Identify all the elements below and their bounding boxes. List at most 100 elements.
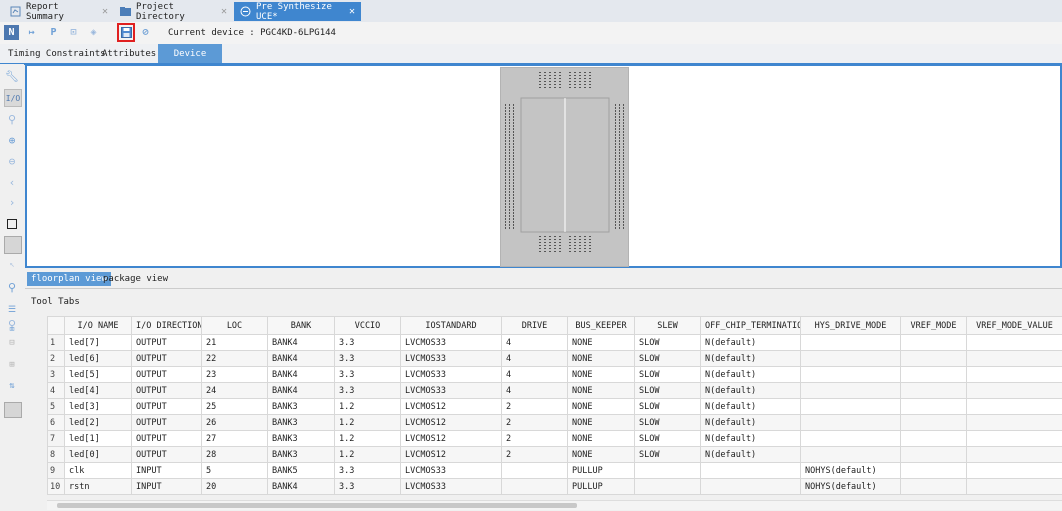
table-cell[interactable]: 1.2 [334, 414, 401, 431]
table-cell[interactable]: led[4] [64, 382, 132, 399]
tab-package-view[interactable]: package view [99, 272, 172, 286]
table-cell[interactable] [966, 478, 1062, 495]
table-cell[interactable]: 2 [501, 414, 568, 431]
zoom-in-icon[interactable]: ⊕ [4, 132, 20, 148]
table-cell[interactable] [700, 462, 801, 479]
column-header[interactable]: VREF_MODE_VALUE [966, 316, 1062, 335]
close-icon[interactable]: ✕ [102, 6, 108, 17]
table-cell[interactable] [501, 462, 568, 479]
table-cell[interactable]: NONE [567, 414, 635, 431]
wrench-icon[interactable]: 🔧︎ [4, 68, 20, 84]
pin-icon[interactable]: ↦ [24, 25, 39, 40]
table-cell[interactable]: SLOW [634, 366, 701, 383]
device-floorplan-canvas[interactable] [25, 64, 1062, 268]
table-cell[interactable]: NONE [567, 366, 635, 383]
table-cell[interactable] [800, 446, 901, 463]
table-cell[interactable]: BANK3 [267, 430, 335, 447]
table-cell[interactable]: 3.3 [334, 366, 401, 383]
table-cell[interactable]: PULLUP [567, 462, 635, 479]
next-icon[interactable]: › [4, 194, 20, 210]
table-cell[interactable] [966, 366, 1062, 383]
table-cell[interactable]: led[0] [64, 446, 132, 463]
table-cell[interactable] [800, 334, 901, 351]
table-cell[interactable]: led[3] [64, 398, 132, 415]
column-header[interactable]: SLEW [634, 316, 701, 335]
table-cell[interactable] [634, 462, 701, 479]
table-cell[interactable] [966, 382, 1062, 399]
table-cell[interactable]: LVCMOS12 [400, 414, 502, 431]
table-cell[interactable] [966, 414, 1062, 431]
table-cell[interactable]: 25 [201, 398, 268, 415]
table-cell[interactable]: OUTPUT [131, 366, 202, 383]
expand-icon[interactable]: ⊞ [4, 360, 20, 374]
table-row[interactable]: 7 led[1] OUTPUT 27 BANK3 1.2 LVCMOS12 2 NONE SLOW… [47, 430, 1062, 447]
table-cell[interactable]: SLOW [634, 350, 701, 367]
table-cell[interactable]: N(default) [700, 366, 801, 383]
table-cell[interactable]: 3.3 [334, 334, 401, 351]
chip-icon[interactable]: ◈ [86, 25, 101, 40]
table-cell[interactable]: SLOW [634, 334, 701, 351]
table-cell[interactable]: 2 [501, 398, 568, 415]
table-cell[interactable]: NONE [567, 350, 635, 367]
save-button[interactable] [117, 23, 135, 42]
horizontal-scrollbar[interactable] [47, 500, 1062, 510]
table-cell[interactable]: LVCMOS33 [400, 462, 502, 479]
grid-icon[interactable] [4, 236, 22, 254]
table-cell[interactable] [966, 430, 1062, 447]
route-icon[interactable]: ⊡ [66, 25, 81, 40]
table-cell[interactable] [700, 478, 801, 495]
table-cell[interactable]: NOHYS(default) [800, 478, 901, 495]
table-cell[interactable]: 26 [201, 414, 268, 431]
table-cell[interactable]: BANK5 [267, 462, 335, 479]
table-cell[interactable]: BANK3 [267, 398, 335, 415]
collapse-icon[interactable]: ⊟ [4, 338, 20, 352]
n-icon[interactable]: N [4, 25, 19, 40]
table-row[interactable]: 3 led[5] OUTPUT 23 BANK4 3.3 LVCMOS33 4 NONE SLOW… [47, 366, 1062, 383]
zoom-out-icon[interactable]: ⊖ [4, 153, 20, 169]
column-header[interactable] [47, 316, 65, 335]
table-cell[interactable]: 3.3 [334, 478, 401, 495]
sort-icon[interactable]: ⇅ [4, 381, 20, 395]
square-icon[interactable] [4, 216, 20, 232]
search-icon[interactable]: ⚲ [4, 318, 20, 332]
column-header[interactable]: IOSTANDARD [400, 316, 502, 335]
table-cell[interactable]: N(default) [700, 334, 801, 351]
p-icon[interactable]: P [46, 25, 61, 40]
table-cell[interactable] [800, 398, 901, 415]
table-cell[interactable]: N(default) [700, 414, 801, 431]
table-cell[interactable] [966, 398, 1062, 415]
table-cell[interactable]: SLOW [634, 382, 701, 399]
table-row[interactable]: 10 rstn INPUT 20 BANK4 3.3 LVCMOS33 PULLUP NOHYS… [47, 478, 1062, 495]
table-cell[interactable]: led[1] [64, 430, 132, 447]
table-row[interactable]: 1 led[7] OUTPUT 21 BANK4 3.3 LVCMOS33 4 NONE SLOW… [47, 334, 1062, 351]
tab-report-summary[interactable]: Report Summary ✕ [4, 2, 114, 22]
table-cell[interactable]: SLOW [634, 398, 701, 415]
table-cell[interactable]: 27 [201, 430, 268, 447]
close-icon[interactable]: ✕ [221, 6, 227, 17]
table-cell[interactable]: 4 [501, 350, 568, 367]
table-row[interactable]: 5 led[3] OUTPUT 25 BANK3 1.2 LVCMOS12 2 NONE SLOW… [47, 398, 1062, 415]
table-cell[interactable]: INPUT [131, 462, 202, 479]
check-icon[interactable]: ⊘ [138, 25, 153, 40]
table-cell[interactable] [900, 430, 967, 447]
column-header[interactable]: BUS_KEEPER [567, 316, 635, 335]
table-cell[interactable]: LVCMOS33 [400, 334, 502, 351]
column-header[interactable]: I/O DIRECTION [131, 316, 202, 335]
chip-package-diagram[interactable] [500, 67, 629, 267]
table-cell[interactable] [900, 382, 967, 399]
table-cell[interactable]: OUTPUT [131, 334, 202, 351]
table-cell[interactable] [900, 446, 967, 463]
scrollbar-thumb[interactable] [57, 503, 577, 508]
table-cell[interactable] [800, 350, 901, 367]
table-cell[interactable]: BANK4 [267, 478, 335, 495]
column-header[interactable]: BANK [267, 316, 335, 335]
table-cell[interactable]: NONE [567, 446, 635, 463]
column-header[interactable]: HYS_DRIVE_MODE [800, 316, 901, 335]
table-cell[interactable] [966, 446, 1062, 463]
table-row[interactable]: 2 led[6] OUTPUT 22 BANK4 3.3 LVCMOS33 4 NONE SLOW… [47, 350, 1062, 367]
table-cell[interactable]: LVCMOS33 [400, 382, 502, 399]
table-cell[interactable]: BANK4 [267, 350, 335, 367]
table-cell[interactable]: OUTPUT [131, 430, 202, 447]
table-cell[interactable] [900, 462, 967, 479]
find-icon[interactable]: ⚲ [4, 279, 20, 295]
